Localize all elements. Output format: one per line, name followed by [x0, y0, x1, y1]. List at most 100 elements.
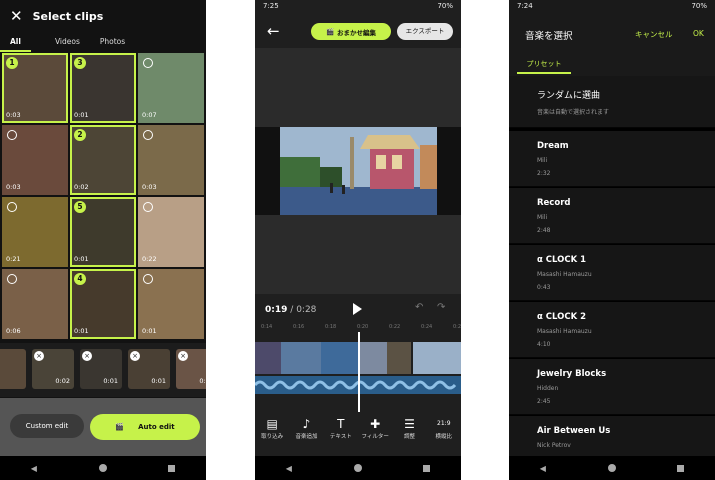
- custom-edit-button[interactable]: Custom edit: [10, 414, 84, 438]
- selection-circle-icon[interactable]: [143, 202, 153, 212]
- timeline-clip[interactable]: [281, 342, 321, 374]
- clip-duration: 0:01: [74, 255, 89, 263]
- song-item[interactable]: α CLOCK 2 Masashi Hamauzu 4:10: [509, 302, 715, 358]
- selection-order-badge[interactable]: 4: [74, 273, 86, 285]
- song-artist: Hidden: [537, 385, 559, 392]
- omakase-edit-label: おまかせ編集: [337, 28, 377, 37]
- selection-order-badge[interactable]: 5: [74, 201, 86, 213]
- back-nav-icon[interactable]: ◀: [286, 464, 292, 473]
- redo-icon[interactable]: ↷: [437, 302, 445, 313]
- media-thumbnail[interactable]: 0:03: [138, 125, 204, 195]
- selection-order-badge[interactable]: 3: [74, 57, 86, 69]
- ruler-tick-label: 0:14: [261, 324, 273, 330]
- undo-icon[interactable]: ↶: [415, 302, 423, 313]
- media-thumbnail[interactable]: 0:03: [2, 125, 68, 195]
- media-thumbnail[interactable]: 0:21: [2, 197, 68, 267]
- media-thumbnail[interactable]: 0:06: [2, 269, 68, 339]
- clip-duration: 0:01: [199, 377, 206, 385]
- editor-tools: ▤ 取り込み ♪ 音楽追加 T テキスト ✚ フィルター ☰ 調整 21:9 横縦比: [255, 416, 461, 456]
- selected-clip[interactable]: × 0:01: [128, 349, 170, 389]
- ruler-tick-label: 0:22: [389, 324, 401, 330]
- selection-circle-icon[interactable]: [143, 274, 153, 284]
- time-separator: /: [290, 305, 294, 315]
- editor-tool-button[interactable]: ♪ 音楽追加: [290, 416, 323, 456]
- editor-tool-button[interactable]: 21:9 横縦比: [427, 416, 460, 456]
- editor-tool-button[interactable]: T テキスト: [324, 416, 357, 456]
- song-item[interactable]: α CLOCK 1 Masashi Hamauzu 0:43: [509, 245, 715, 301]
- timeline-clip[interactable]: [359, 342, 387, 374]
- selected-clip[interactable]: × 0:01: [80, 349, 122, 389]
- recents-nav-icon[interactable]: [168, 464, 176, 472]
- selection-circle-icon[interactable]: [7, 130, 17, 140]
- selection-circle-icon[interactable]: [143, 58, 153, 68]
- auto-edit-button[interactable]: 🎬 Auto edit: [90, 414, 200, 440]
- editor-toolbar: ← 🎬 おまかせ編集 エクスポート: [255, 18, 461, 46]
- song-item[interactable]: Dream Mili 2:32: [509, 131, 715, 187]
- timeline-clip[interactable]: [387, 342, 411, 374]
- media-thumbnail[interactable]: 2 0:02: [70, 125, 136, 195]
- ok-button[interactable]: OK: [693, 29, 704, 38]
- clip-duration: 0:01: [74, 111, 89, 119]
- song-item[interactable]: Jewelry Blocks Hidden 2:45: [509, 359, 715, 415]
- media-thumbnail[interactable]: 0:07: [138, 53, 204, 123]
- back-arrow-icon[interactable]: ←: [267, 22, 280, 40]
- back-nav-icon[interactable]: ◀: [540, 464, 546, 473]
- video-preview-area: [255, 48, 461, 294]
- random-song-item[interactable]: ランダムに選曲 音楽は自動で選択されます: [509, 76, 715, 128]
- editor-tool-label: テキスト: [329, 434, 352, 440]
- recents-nav-icon[interactable]: [423, 464, 431, 472]
- timeline-clip[interactable]: [321, 342, 359, 374]
- selection-order-badge[interactable]: 2: [74, 129, 86, 141]
- selection-circle-icon[interactable]: [7, 202, 17, 212]
- media-thumbnail[interactable]: 3 0:01: [70, 53, 136, 123]
- home-nav-icon[interactable]: [607, 464, 616, 472]
- clip-duration: 0:06: [6, 327, 21, 335]
- tab-videos[interactable]: Videos: [45, 34, 90, 52]
- tab-photos[interactable]: Photos: [90, 34, 135, 52]
- editor-tool-label: 取り込み: [261, 434, 284, 440]
- close-icon[interactable]: ✕: [10, 8, 23, 24]
- system-navbar: ◀: [255, 456, 461, 480]
- editor-tool-button[interactable]: ☰ 調整: [393, 416, 426, 456]
- editor-tool-button[interactable]: ▤ 取り込み: [256, 416, 289, 456]
- system-navbar: ◀: [509, 456, 715, 480]
- omakase-edit-button[interactable]: 🎬 おまかせ編集: [311, 23, 391, 40]
- song-item[interactable]: Record Mili 2:48: [509, 188, 715, 244]
- song-duration: 2:32: [537, 170, 551, 177]
- ruler-tick-label: 0:16: [293, 324, 305, 330]
- recents-nav-icon[interactable]: [677, 464, 685, 472]
- selected-clip[interactable]: × 0:02: [32, 349, 74, 389]
- play-icon[interactable]: [353, 303, 362, 315]
- clip-duration: 0:02: [74, 183, 89, 191]
- timeline-clip[interactable]: [413, 342, 461, 374]
- remove-clip-icon[interactable]: ×: [130, 351, 140, 361]
- random-song-title: ランダムに選曲: [537, 91, 601, 101]
- selection-order-badge[interactable]: 1: [6, 57, 18, 69]
- remove-clip-icon[interactable]: ×: [178, 351, 188, 361]
- home-nav-icon[interactable]: [353, 464, 362, 472]
- clip-duration: 0:03: [6, 183, 21, 191]
- selected-clip[interactable]: ×: [0, 349, 26, 389]
- ruler-tick-label: 0:24: [421, 324, 433, 330]
- tab-all[interactable]: All: [0, 34, 31, 52]
- media-thumbnail[interactable]: 1 0:03: [2, 53, 68, 123]
- media-thumbnail[interactable]: 0:22: [138, 197, 204, 267]
- media-tabs: All Videos Photos: [0, 34, 206, 52]
- selection-circle-icon[interactable]: [7, 274, 17, 284]
- video-preview[interactable]: [255, 127, 461, 215]
- selection-circle-icon[interactable]: [143, 130, 153, 140]
- selected-clip[interactable]: × 0:01: [176, 349, 206, 389]
- remove-clip-icon[interactable]: ×: [34, 351, 44, 361]
- editor-tool-button[interactable]: ✚ フィルター: [359, 416, 392, 456]
- home-nav-icon[interactable]: [98, 464, 107, 472]
- export-button[interactable]: エクスポート: [397, 23, 453, 40]
- media-thumbnail[interactable]: 4 0:01: [70, 269, 136, 339]
- media-thumbnail[interactable]: 0:01: [138, 269, 204, 339]
- back-nav-icon[interactable]: ◀: [31, 464, 37, 473]
- playhead[interactable]: [358, 332, 360, 412]
- media-thumbnail[interactable]: 5 0:01: [70, 197, 136, 267]
- tab-preset[interactable]: プリセット: [517, 56, 571, 74]
- timeline-clip[interactable]: [255, 342, 281, 374]
- remove-clip-icon[interactable]: ×: [82, 351, 92, 361]
- cancel-button[interactable]: キャンセル: [635, 29, 673, 40]
